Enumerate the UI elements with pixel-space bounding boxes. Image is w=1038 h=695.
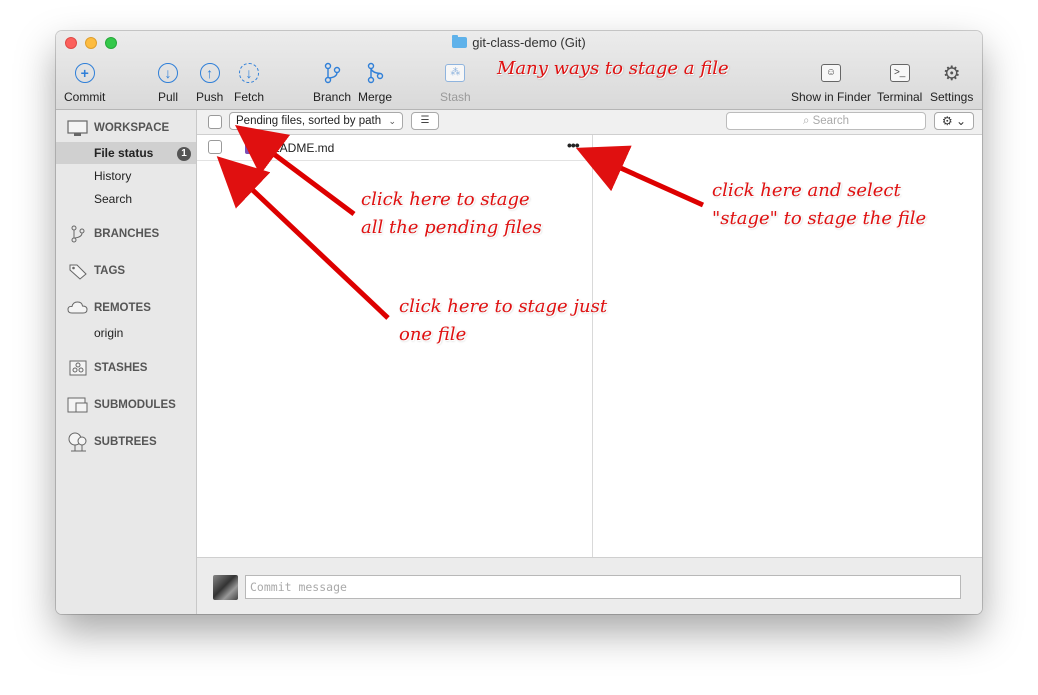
branch-icon bbox=[324, 62, 341, 84]
chevron-down-icon: ⌄ bbox=[388, 116, 396, 126]
sidebar-section-stashes[interactable]: STASHES bbox=[67, 359, 147, 377]
sidebar-section-branches[interactable]: BRANCHES bbox=[67, 225, 159, 243]
stash-icon bbox=[67, 359, 89, 377]
list-icon: ☰ bbox=[420, 115, 430, 126]
sidebar-item-origin[interactable]: origin bbox=[94, 326, 123, 340]
options-menu-button[interactable]: ⚙ ⌄ bbox=[934, 112, 974, 130]
pull-button[interactable]: ↓ Pull bbox=[158, 61, 178, 104]
branch-button[interactable]: Branch bbox=[313, 61, 351, 104]
sort-dropdown[interactable]: Pending files, sorted by path ⌄ bbox=[229, 112, 403, 130]
monitor-icon bbox=[67, 119, 89, 137]
branch-icon bbox=[67, 225, 89, 243]
annotation-stage-menu: click here and select "stage" to stage t… bbox=[712, 180, 927, 229]
sidebar-section-remotes[interactable]: REMOTES bbox=[67, 299, 151, 317]
annotation-headline: Many ways to stage a file bbox=[497, 58, 729, 79]
stage-file-checkbox[interactable] bbox=[208, 140, 222, 154]
merge-icon bbox=[367, 62, 384, 84]
tree-icon bbox=[67, 432, 89, 452]
stash-icon: ⁂ bbox=[445, 64, 466, 82]
sidebar-section-submodules[interactable]: SUBMODULES bbox=[67, 396, 176, 414]
folder-icon bbox=[452, 35, 468, 48]
file-actions-menu-button[interactable]: ••• bbox=[567, 137, 580, 153]
stage-all-checkbox[interactable] bbox=[208, 115, 222, 129]
sidebar-section-workspace[interactable]: WORKSPACE bbox=[67, 119, 169, 137]
search-icon: ⌕ bbox=[802, 115, 810, 127]
sidebar-section-tags[interactable]: TAGS bbox=[67, 262, 125, 280]
tag-icon bbox=[67, 262, 89, 280]
sidebar-item-history[interactable]: History bbox=[94, 169, 131, 183]
show-in-finder-button[interactable]: ☺ Show in Finder bbox=[791, 61, 871, 104]
sidebar-item-file-status[interactable]: File status bbox=[94, 146, 153, 160]
sidebar-section-subtrees[interactable]: SUBTREES bbox=[67, 432, 157, 452]
fetch-icon: ↓ bbox=[239, 63, 259, 83]
cloud-icon bbox=[67, 299, 89, 317]
file-name: README.md bbox=[263, 141, 335, 155]
untracked-status-icon: ? bbox=[245, 141, 258, 154]
file-status-count-badge: 1 bbox=[177, 147, 191, 161]
fetch-button[interactable]: ↓ Fetch bbox=[234, 61, 264, 104]
terminal-icon: >_ bbox=[889, 64, 910, 82]
annotation-stage-one: click here to stage just one file bbox=[399, 296, 608, 345]
commit-bar: Commit message bbox=[197, 557, 982, 614]
finder-icon: ☺ bbox=[821, 64, 842, 82]
settings-button[interactable]: ⚙ Settings bbox=[930, 61, 973, 105]
gear-icon: ⚙ ⌄ bbox=[941, 114, 967, 128]
plus-icon: + bbox=[74, 63, 95, 83]
arrow-up-icon: ↑ bbox=[199, 63, 220, 83]
terminal-button[interactable]: >_ Terminal bbox=[877, 61, 922, 104]
search-input[interactable]: ⌕ Search bbox=[726, 112, 926, 130]
gear-icon: ⚙ bbox=[942, 62, 961, 85]
commit-button[interactable]: + Commit bbox=[64, 61, 105, 104]
commit-message-input[interactable]: Commit message bbox=[245, 575, 961, 599]
annotation-stage-all: click here to stage all the pending file… bbox=[361, 189, 542, 238]
sidebar-item-search[interactable]: Search bbox=[94, 192, 132, 206]
stash-button[interactable]: ⁂ Stash bbox=[440, 61, 471, 104]
submodule-icon bbox=[67, 396, 89, 414]
window-title: git-class-demo (Git) bbox=[56, 35, 982, 50]
merge-button[interactable]: Merge bbox=[358, 61, 392, 104]
file-row[interactable]: ? README.md ••• bbox=[197, 135, 592, 161]
arrow-down-icon: ↓ bbox=[158, 63, 178, 83]
filter-bar: Pending files, sorted by path ⌄ ☰ ⌕ Sear… bbox=[197, 110, 982, 135]
avatar bbox=[213, 575, 238, 600]
sidebar: WORKSPACE File status 1 History Search B… bbox=[56, 110, 197, 614]
push-button[interactable]: ↑ Push bbox=[196, 61, 223, 104]
list-view-button[interactable]: ☰ bbox=[411, 112, 439, 130]
